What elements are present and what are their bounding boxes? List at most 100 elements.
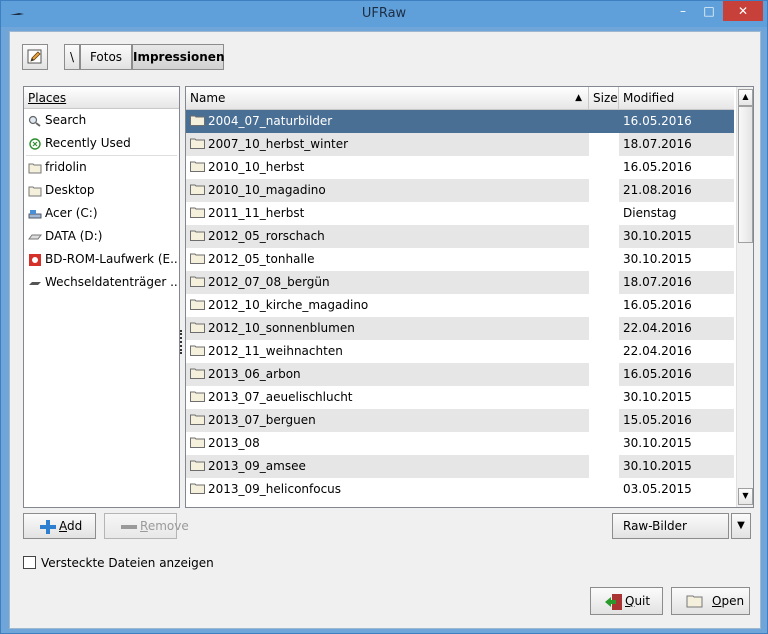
file-size-cell	[589, 225, 619, 248]
table-row[interactable]: 2013_06_arbon 16.05.2016	[186, 363, 734, 386]
file-name-cell[interactable]: 2007_10_herbst_winter	[186, 133, 589, 156]
scroll-up-button[interactable]: ▲	[738, 89, 753, 106]
file-name-cell[interactable]: 2013_06_arbon	[186, 363, 589, 386]
folder-open-icon	[686, 595, 703, 608]
table-row[interactable]: 2011_11_herbst Dienstag	[186, 202, 734, 225]
file-name-cell[interactable]: 2012_10_kirche_magadino	[186, 294, 589, 317]
file-name-cell[interactable]: 2013_09_heliconfocus	[186, 478, 589, 501]
column-name[interactable]: Name ▲	[186, 87, 589, 109]
file-modified-cell: 21.08.2016	[619, 179, 734, 202]
path-segment-fotos[interactable]: Fotos	[80, 44, 132, 70]
add-button[interactable]: Add	[23, 513, 96, 539]
file-modified-cell: 22.04.2016	[623, 344, 692, 358]
show-hidden-checkbox[interactable]	[23, 556, 36, 569]
file-name: 2013_07_berguen	[208, 413, 316, 427]
file-name-cell[interactable]: 2010_10_magadino	[186, 179, 589, 202]
table-row[interactable]: 2013_07_berguen 15.05.2016	[186, 409, 734, 432]
file-name: 2013_09_amsee	[208, 459, 306, 473]
file-size-cell	[589, 409, 619, 432]
column-modified[interactable]: Modified	[619, 87, 734, 109]
file-name-cell[interactable]: 2013_07_berguen	[186, 409, 589, 432]
folder-icon	[190, 322, 205, 333]
file-name-cell[interactable]: 2013_07_aeuelischlucht	[186, 386, 589, 409]
chevron-down-icon[interactable]: ▼	[731, 513, 751, 539]
file-name-cell[interactable]: 2011_11_herbst	[186, 202, 589, 225]
table-row[interactable]: 2012_07_08_bergün 18.07.2016	[186, 271, 734, 294]
file-name-cell[interactable]: 2004_07_naturbilder	[186, 110, 589, 133]
file-name: 2012_10_kirche_magadino	[208, 298, 369, 312]
file-name-cell[interactable]: 2012_11_weihnachten	[186, 340, 589, 363]
file-name: 2013_07_aeuelischlucht	[208, 390, 353, 404]
table-row[interactable]: 2007_10_herbst_winter 18.07.2016	[186, 133, 734, 156]
table-row[interactable]: 2004_07_naturbilder 16.05.2016	[186, 110, 734, 133]
maximize-button[interactable]: □	[696, 1, 722, 21]
quit-button[interactable]: Quit	[590, 587, 663, 615]
window-title: UFRaw	[361, 6, 407, 21]
table-row[interactable]: 2012_10_kirche_magadino 16.05.2016	[186, 294, 734, 317]
place-label: Recently Used	[45, 136, 131, 150]
table-row[interactable]: 2013_07_aeuelischlucht 30.10.2015	[186, 386, 734, 409]
table-row[interactable]: 2012_05_rorschach 30.10.2015	[186, 225, 734, 248]
path-segment-impressionen[interactable]: Impressionen	[132, 44, 224, 70]
filter-value[interactable]: Raw-Bilder	[612, 513, 729, 539]
places-header[interactable]: Places	[24, 87, 179, 109]
file-name-cell[interactable]: 2010_10_herbst	[186, 156, 589, 179]
table-row[interactable]: 2010_10_magadino 21.08.2016	[186, 179, 734, 202]
path-root-button[interactable]: \	[64, 44, 80, 70]
file-name: 2012_05_rorschach	[208, 229, 325, 243]
table-row[interactable]: 2012_05_tonhalle 30.10.2015	[186, 248, 734, 271]
table-row[interactable]: 2012_11_weihnachten 22.04.2016	[186, 340, 734, 363]
place-desktop[interactable]: Desktop	[24, 179, 179, 202]
place-label: fridolin	[45, 160, 87, 174]
table-row[interactable]: 2012_10_sonnenblumen 22.04.2016	[186, 317, 734, 340]
file-name-cell[interactable]: 2013_08	[186, 432, 589, 455]
column-name-label: Name	[190, 91, 226, 105]
folder-icon	[190, 207, 205, 218]
place-acer-c[interactable]: Acer (C:)	[24, 202, 179, 225]
file-size-cell	[589, 110, 619, 133]
title-bar[interactable]: UFRaw – □ ✕	[1, 1, 767, 27]
file-modified-cell: 18.07.2016	[619, 133, 734, 156]
place-search[interactable]: Search	[24, 109, 179, 132]
table-row[interactable]: 2013_08 30.10.2015	[186, 432, 734, 455]
minimize-button[interactable]: –	[670, 1, 696, 21]
vertical-scrollbar[interactable]: ▲ ▼	[736, 87, 753, 507]
file-name: 2011_11_herbst	[208, 206, 305, 220]
file-name-cell[interactable]: 2012_07_08_bergün	[186, 271, 589, 294]
file-name-cell[interactable]: 2012_05_rorschach	[186, 225, 589, 248]
file-name: 2007_10_herbst_winter	[208, 137, 349, 151]
file-size-cell	[589, 271, 619, 294]
pane-splitter[interactable]	[180, 330, 184, 354]
folder-icon	[190, 483, 205, 494]
scroll-down-button[interactable]: ▼	[738, 488, 753, 505]
place-fridolin[interactable]: fridolin	[24, 156, 179, 179]
place-removable[interactable]: Wechseldatenträger ...	[24, 271, 179, 294]
show-hidden-label: Versteckte Dateien anzeigen	[41, 556, 214, 570]
file-name-cell[interactable]: 2013_09_amsee	[186, 455, 589, 478]
file-name: 2012_11_weihnachten	[208, 344, 343, 358]
table-row[interactable]: 2013_09_amsee 30.10.2015	[186, 455, 734, 478]
place-data-d[interactable]: DATA (D:)	[24, 225, 179, 248]
file-modified-cell: 03.05.2015	[623, 482, 692, 496]
sort-ascending-icon: ▲	[575, 93, 582, 103]
place-label: DATA (D:)	[45, 229, 103, 243]
scrollbar-thumb[interactable]	[738, 106, 753, 243]
edit-location-button[interactable]	[22, 44, 48, 70]
file-list-header: Name ▲ Size Modified	[186, 87, 734, 110]
file-type-filter[interactable]: Raw-Bilder ▼	[612, 513, 751, 539]
open-button[interactable]: Open	[671, 587, 750, 615]
file-size-cell	[589, 248, 619, 271]
table-row[interactable]: 2010_10_herbst 16.05.2016	[186, 156, 734, 179]
file-modified-cell: 16.05.2016	[623, 160, 692, 174]
place-recently-used[interactable]: Recently Used	[24, 132, 179, 155]
column-size[interactable]: Size	[589, 87, 619, 109]
remove-button[interactable]: Remove	[104, 513, 189, 539]
show-hidden-files[interactable]: Versteckte Dateien anzeigen	[23, 554, 214, 572]
file-name-cell[interactable]: 2012_10_sonnenblumen	[186, 317, 589, 340]
file-name-cell[interactable]: 2012_05_tonhalle	[186, 248, 589, 271]
place-bd-rom[interactable]: BD-ROM-Laufwerk (E...	[24, 248, 179, 271]
close-button[interactable]: ✕	[723, 1, 763, 21]
folder-icon	[190, 391, 205, 402]
file-modified-cell: 30.10.2015	[623, 252, 692, 266]
table-row[interactable]: 2013_09_heliconfocus 03.05.2015	[186, 478, 734, 501]
